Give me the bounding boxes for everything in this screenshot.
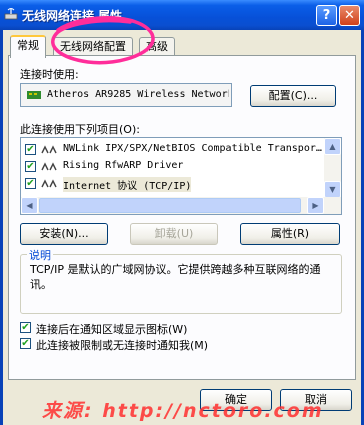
- network-icon: [4, 8, 18, 20]
- show-icon-checkbox[interactable]: ✔: [20, 322, 31, 333]
- protocol-icon: [41, 179, 57, 188]
- ok-button[interactable]: 确定: [200, 389, 272, 411]
- close-button[interactable]: ✕: [339, 5, 360, 26]
- item-label: Internet 协议 (TCP/IP): [63, 177, 192, 192]
- item-checkbox[interactable]: ✔: [25, 144, 36, 155]
- scroll-down-icon[interactable]: ▼: [324, 181, 341, 198]
- horizontal-scrollbar[interactable]: ◀ ▶: [21, 197, 341, 214]
- scroll-up-icon[interactable]: ▲: [324, 138, 341, 155]
- item-label: NWLink IPX/SPX/NetBIOS Compatible Transp…: [63, 143, 322, 154]
- protocol-icon: [41, 162, 57, 171]
- properties-button[interactable]: 属性(R): [240, 223, 340, 245]
- notify-checkbox[interactable]: ✔: [20, 338, 31, 349]
- window-frame-left: [0, 30, 3, 425]
- vertical-scrollbar[interactable]: ▲ ▼: [324, 138, 341, 198]
- components-list[interactable]: ✔ NWLink IPX/SPX/NetBIOS Compatible Tran…: [20, 137, 342, 215]
- item-checkbox[interactable]: ✔: [25, 178, 36, 189]
- scroll-thumb[interactable]: [39, 198, 301, 213]
- show-icon-label: 连接后在通知区域显示图标(W): [36, 323, 188, 336]
- network-adapter-icon: [27, 91, 41, 99]
- tab-wireless-config[interactable]: 无线网络配置: [53, 37, 133, 56]
- adapter-name: Atheros AR9285 Wireless Network: [47, 89, 229, 100]
- connect-using-label: 连接时使用:: [20, 68, 79, 81]
- notify-label: 此连接被限制或无连接时通知我(M): [36, 339, 209, 352]
- help-button[interactable]: ?: [316, 5, 337, 26]
- title-bar[interactable]: 无线网络连接 属性 ? ✕: [0, 0, 364, 30]
- tab-advanced[interactable]: 高级: [139, 37, 175, 56]
- description-title: 说明: [27, 247, 53, 263]
- uninstall-button[interactable]: 卸载(U): [130, 223, 218, 245]
- configure-button[interactable]: 配置(C)...: [250, 85, 336, 107]
- install-button[interactable]: 安装(N)...: [20, 223, 108, 245]
- tab-general[interactable]: 常规: [10, 35, 46, 58]
- item-label: Rising RfwARP Driver: [63, 160, 184, 171]
- scroll-right-icon[interactable]: ▶: [307, 197, 324, 214]
- scroll-left-icon[interactable]: ◀: [21, 197, 38, 214]
- item-checkbox[interactable]: ✔: [25, 161, 36, 172]
- window-title: 无线网络连接 属性: [22, 9, 123, 23]
- adapter-field: Atheros AR9285 Wireless Network: [20, 83, 232, 107]
- items-label: 此连接使用下列项目(O):: [20, 123, 140, 136]
- protocol-icon: [41, 145, 57, 154]
- cancel-button[interactable]: 取消: [280, 389, 352, 411]
- description-text: TCP/IP 是默认的广域网协议。它提供跨越多种互联网络的通讯。: [30, 263, 321, 291]
